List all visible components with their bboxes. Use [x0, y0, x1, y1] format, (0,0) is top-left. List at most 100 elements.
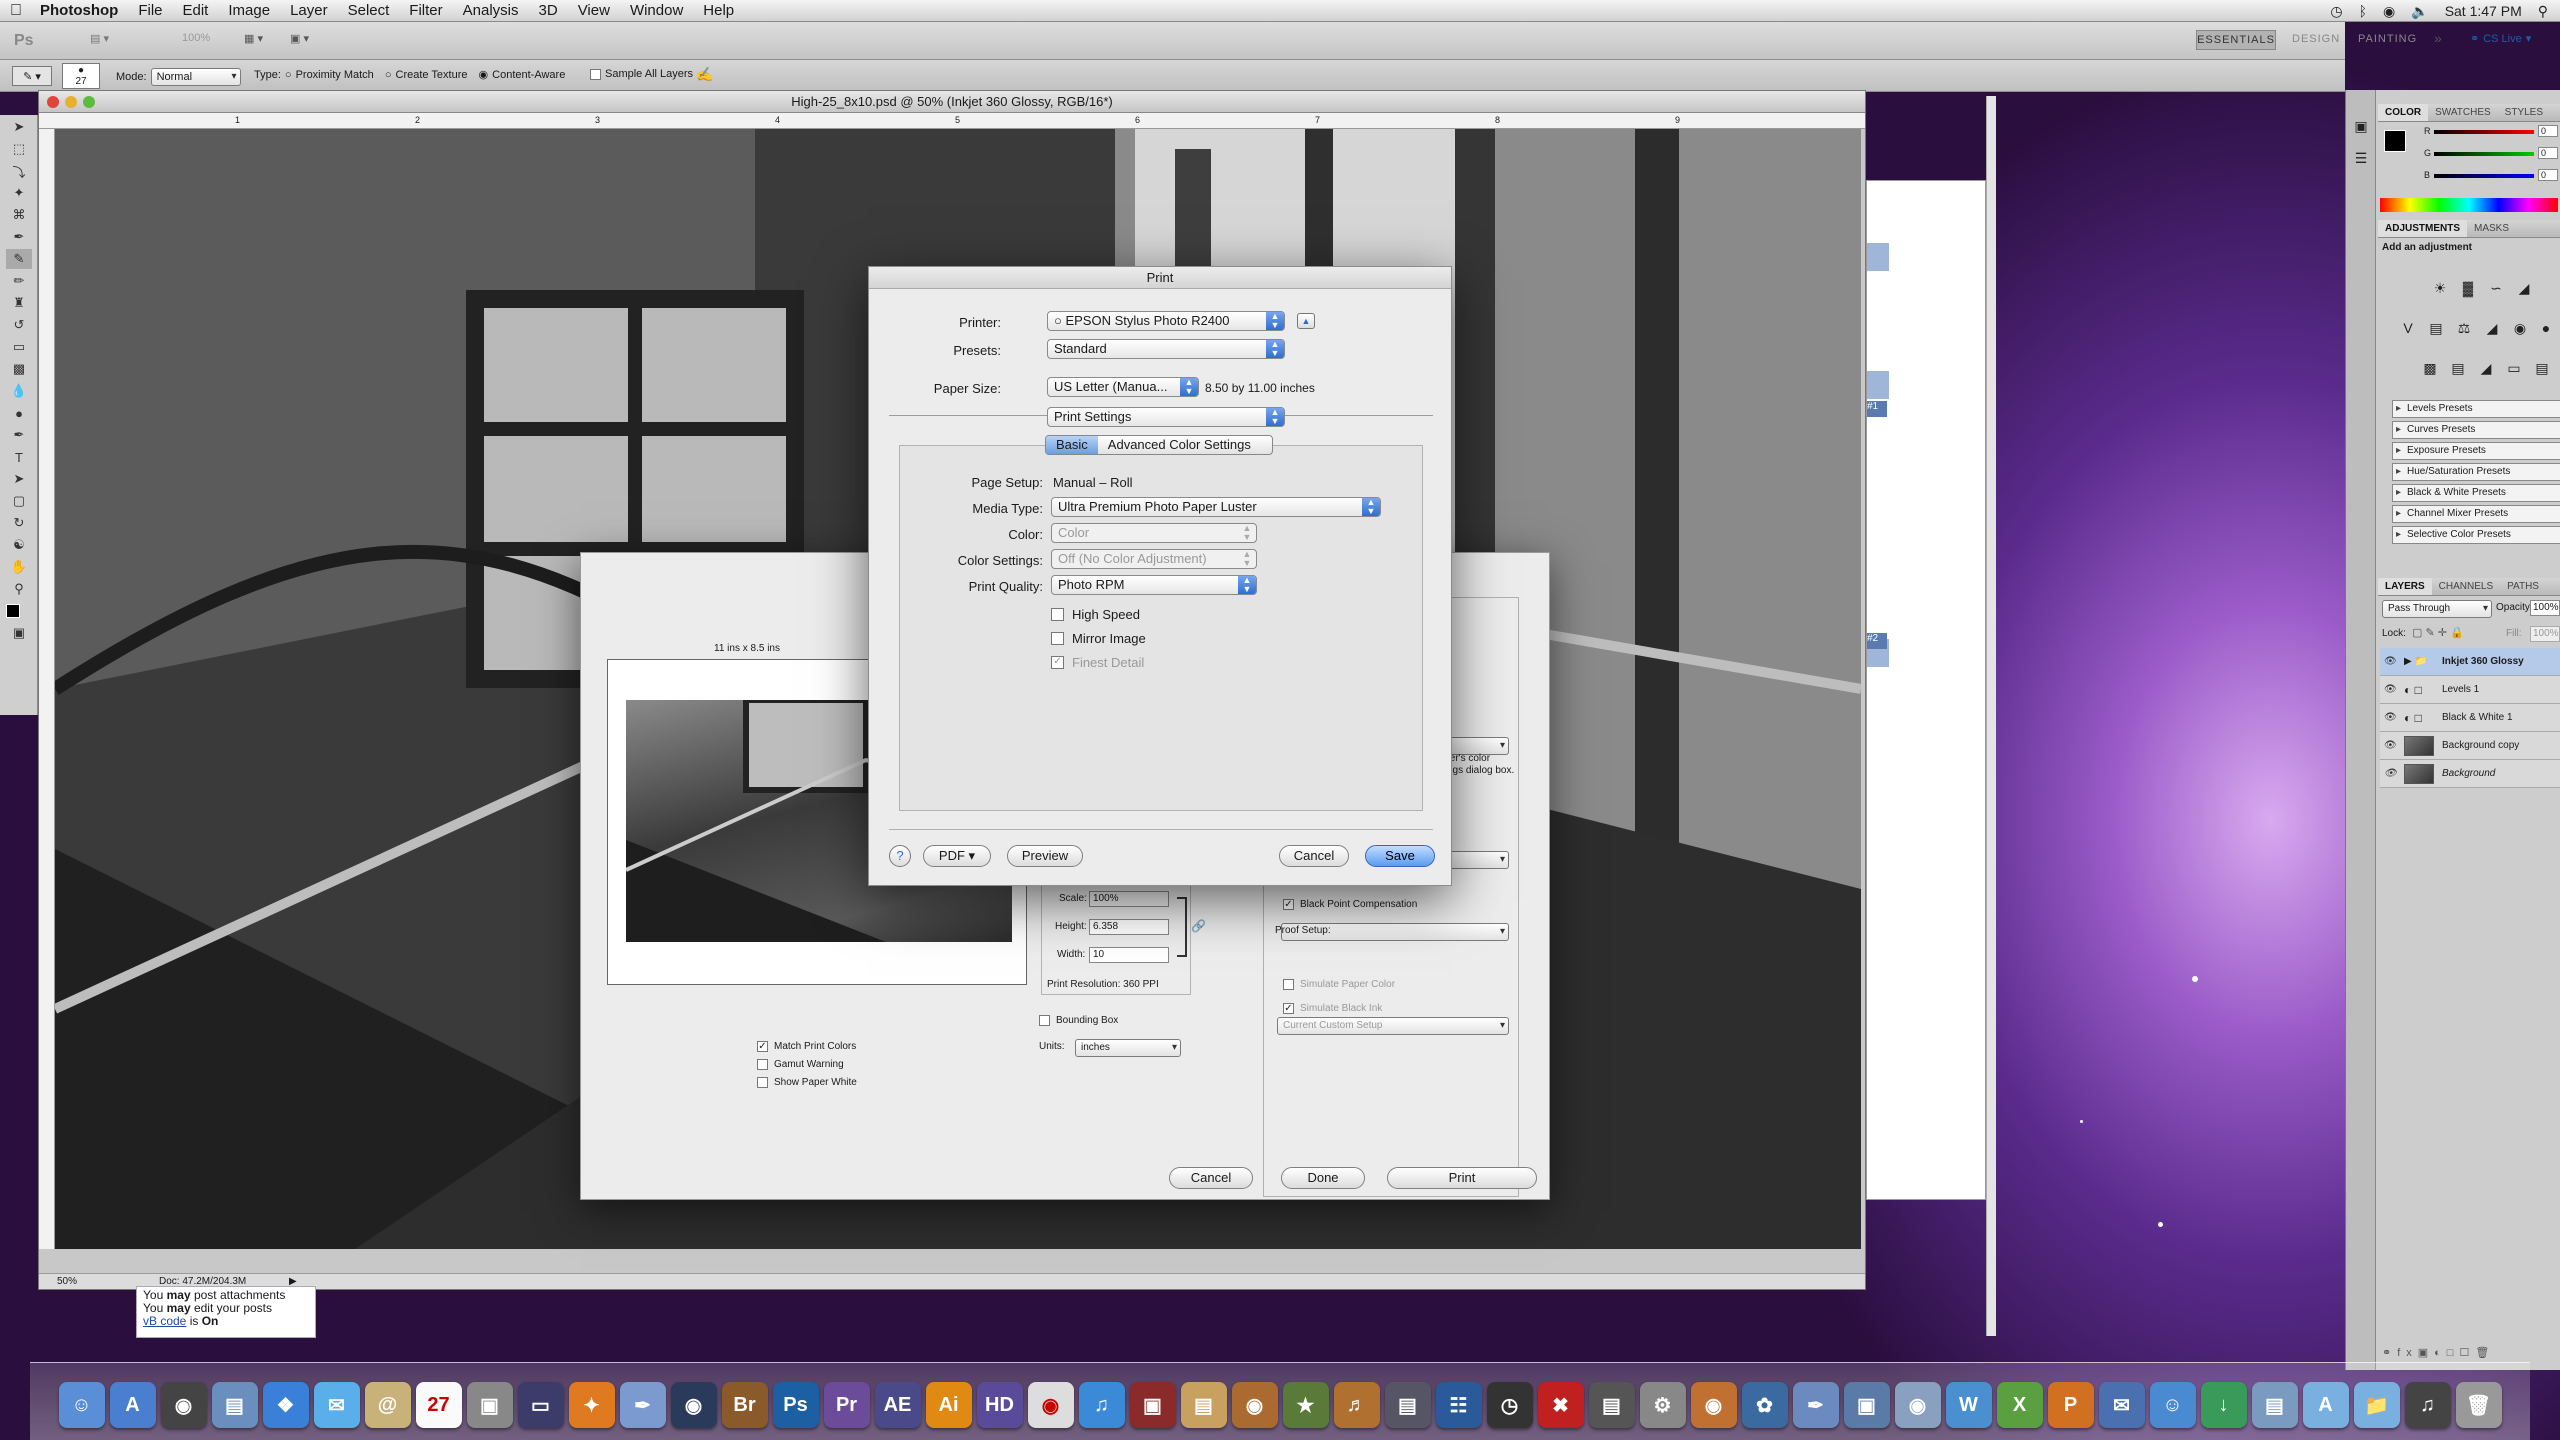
- exposure-icon[interactable]: ◢: [2512, 278, 2536, 298]
- lock-icons[interactable]: ▢ ✎ ✛ 🔒: [2412, 626, 2464, 639]
- opacity-field[interactable]: 100%: [2530, 600, 2560, 616]
- gradient-map-icon[interactable]: ▭: [2502, 358, 2526, 378]
- system-preferences-icon[interactable]: ⚙: [1639, 1382, 1686, 1428]
- preset-levels[interactable]: Levels Presets: [2392, 400, 2560, 418]
- mirror-image-checkbox[interactable]: Mirror Image: [1051, 631, 1146, 646]
- foreground-color[interactable]: [2384, 130, 2406, 152]
- aperture-icon[interactable]: ◉: [1231, 1382, 1278, 1428]
- clapper-icon[interactable]: ▤: [1588, 1382, 1635, 1428]
- gradient-tool-icon[interactable]: ▩: [6, 359, 32, 379]
- time-machine-dock-icon[interactable]: ◷: [1486, 1382, 1533, 1428]
- entourage-icon[interactable]: ✉: [2098, 1382, 2145, 1428]
- menu-3d[interactable]: 3D: [529, 2, 568, 19]
- layer-group[interactable]: 👁 ▶ 📁 Inkjet 360 Glossy: [2380, 648, 2560, 676]
- photoshop-icon[interactable]: Ps: [772, 1382, 819, 1428]
- help-button[interactable]: ?: [889, 845, 911, 867]
- menu-image[interactable]: Image: [218, 2, 280, 19]
- wifi-icon[interactable]: ◉: [2383, 3, 2395, 20]
- documents-folder-icon[interactable]: ▤: [2251, 1382, 2298, 1428]
- presets-select[interactable]: Standard ▲ ▼: [1047, 339, 1285, 359]
- color-b-value[interactable]: 0: [2538, 169, 2558, 181]
- color-spectrum-bar[interactable]: [2380, 198, 2558, 212]
- workspace-design[interactable]: DESIGN: [2292, 33, 2340, 45]
- save-button[interactable]: Save: [1365, 845, 1435, 867]
- preview-button[interactable]: Preview: [1007, 845, 1083, 867]
- marquee-tool-icon[interactable]: ⬚: [6, 139, 32, 159]
- foreground-color-swatch[interactable]: [6, 604, 20, 618]
- pressure-size-icon[interactable]: ✍: [696, 66, 713, 83]
- post-number[interactable]: #2: [1867, 633, 1887, 649]
- curves-icon[interactable]: ∽: [2484, 278, 2508, 298]
- itunes-icon[interactable]: ♫: [1078, 1382, 1125, 1428]
- safari-icon[interactable]: ❖: [262, 1382, 309, 1428]
- color-g-value[interactable]: 0: [2538, 147, 2558, 159]
- quick-select-tool-icon[interactable]: ✦: [6, 183, 32, 203]
- move-tool-icon[interactable]: ➤: [6, 117, 32, 137]
- 3d-rotate-tool-icon[interactable]: ↻: [6, 513, 32, 533]
- trash-icon[interactable]: 🗑: [2455, 1382, 2502, 1428]
- app-store-icon[interactable]: A: [109, 1382, 156, 1428]
- color-settings-select[interactable]: Off (No Color Adjustment) ▲ ▼: [1051, 549, 1257, 569]
- clone-stamp-tool-icon[interactable]: ♜: [6, 293, 32, 313]
- blend-mode-select[interactable]: Pass Through: [2382, 600, 2492, 618]
- color-swatches[interactable]: [6, 601, 32, 621]
- color-select[interactable]: Color ▲ ▼: [1051, 523, 1257, 543]
- workspace-painting[interactable]: PAINTING: [2358, 33, 2417, 45]
- units-select[interactable]: inches: [1075, 1039, 1181, 1057]
- bluetooth-icon[interactable]: ᛒ: [2359, 3, 2367, 19]
- selective-color-icon[interactable]: ▤: [2530, 358, 2554, 378]
- eyedropper-tool-icon[interactable]: ✒: [6, 227, 32, 247]
- brush-tool-icon[interactable]: ✏: [6, 271, 32, 291]
- dashboard-icon[interactable]: ◉: [160, 1382, 207, 1428]
- posterize-icon[interactable]: ▤: [2446, 358, 2470, 378]
- ps-print-done-button[interactable]: Done: [1281, 1167, 1365, 1189]
- menu-analysis[interactable]: Analysis: [453, 2, 529, 19]
- menu-file[interactable]: File: [128, 2, 172, 19]
- tab-advanced-color-settings[interactable]: Advanced Color Settings: [1098, 436, 1261, 454]
- preview-icon[interactable]: ▤: [211, 1382, 258, 1428]
- colors-icon[interactable]: ✿: [1741, 1382, 1788, 1428]
- bridge-icon[interactable]: Br: [721, 1382, 768, 1428]
- workspace-essentials[interactable]: ESSENTIALS: [2196, 30, 2276, 50]
- iphoto-icon[interactable]: ▤: [1180, 1382, 1227, 1428]
- bounding-box-checkbox[interactable]: Bounding Box: [1039, 1015, 1118, 1026]
- pen-app-icon[interactable]: ✒: [1792, 1382, 1839, 1428]
- tab-adjustments[interactable]: ADJUSTMENTS: [2378, 220, 2468, 237]
- pen-tool-icon[interactable]: ✒: [6, 425, 32, 445]
- layer-adjustment[interactable]: 👁 ◐ □ Levels 1: [2380, 676, 2560, 704]
- layer-background[interactable]: 👁Background🔒: [2380, 760, 2560, 788]
- disclosure-collapse-button[interactable]: ▲: [1297, 313, 1315, 329]
- tab-masks[interactable]: MASKS: [2467, 220, 2516, 237]
- threshold-icon[interactable]: ◢: [2474, 358, 2498, 378]
- menu-layer[interactable]: Layer: [280, 2, 338, 19]
- display-icon[interactable]: ▭: [517, 1382, 564, 1428]
- network-icon[interactable]: ☷: [1435, 1382, 1482, 1428]
- ical-icon[interactable]: 27: [415, 1382, 462, 1428]
- volume-icon[interactable]: 🔈: [2411, 3, 2428, 20]
- tab-color[interactable]: COLOR: [2378, 104, 2429, 121]
- illustrator-icon[interactable]: Ai: [925, 1382, 972, 1428]
- preset-black-white[interactable]: Black & White Presets: [2392, 484, 2560, 502]
- levels-icon[interactable]: ▓: [2456, 278, 2480, 298]
- workspace-more-icon[interactable]: »: [2434, 30, 2443, 46]
- zoom-window-icon[interactable]: [83, 96, 95, 108]
- simulate-black-ink-checkbox[interactable]: ✓ Simulate Black Ink: [1283, 1003, 1382, 1014]
- bird-app-icon[interactable]: ✦: [568, 1382, 615, 1428]
- radio-create-texture[interactable]: ○: [385, 69, 392, 81]
- color-r-slider[interactable]: [2434, 130, 2534, 134]
- navigator-icon[interactable]: ▣: [2349, 116, 2373, 136]
- preset-exposure[interactable]: Exposure Presets: [2392, 442, 2560, 460]
- layer-pixel[interactable]: 👁 Background copy: [2380, 732, 2560, 760]
- simulate-paper-color-checkbox[interactable]: Simulate Paper Color: [1283, 979, 1395, 990]
- close-app-icon[interactable]: ✖: [1537, 1382, 1584, 1428]
- zoom-tool-icon[interactable]: ⚲: [6, 579, 32, 599]
- premiere-icon[interactable]: Pr: [823, 1382, 870, 1428]
- channel-mixer-icon[interactable]: ●: [2534, 318, 2558, 338]
- radio-proximity-match[interactable]: ○: [285, 69, 292, 81]
- image-capture-icon[interactable]: ▣: [466, 1382, 513, 1428]
- invert-icon[interactable]: ▩: [2418, 358, 2442, 378]
- color-sync-icon[interactable]: ◉: [1690, 1382, 1737, 1428]
- radio-content-aware[interactable]: ◉: [479, 68, 489, 81]
- tab-layers[interactable]: LAYERS: [2378, 578, 2432, 595]
- spotlight-icon[interactable]: ⚲: [2538, 3, 2548, 20]
